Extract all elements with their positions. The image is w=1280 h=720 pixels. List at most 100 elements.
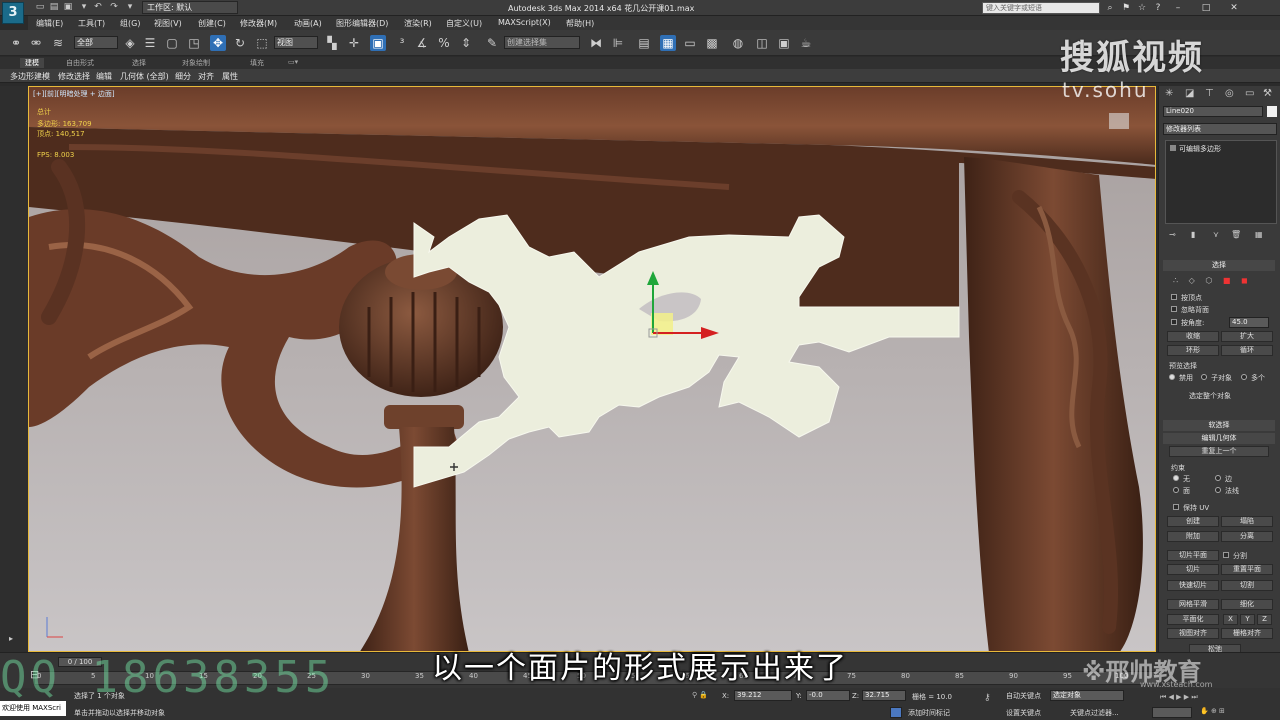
window-crossing-icon[interactable]: ◳ bbox=[186, 35, 202, 51]
pin-stack-icon[interactable]: ⊸ bbox=[1169, 230, 1176, 239]
set-key-button[interactable]: 设置关键点 bbox=[1006, 708, 1041, 718]
rectangular-selection-icon[interactable]: ▢ bbox=[164, 35, 180, 51]
mirror-icon[interactable]: ⧓ bbox=[588, 35, 604, 51]
current-frame-field[interactable] bbox=[1152, 707, 1192, 718]
menu-views[interactable]: 视图(V) bbox=[154, 18, 182, 29]
menu-modifiers[interactable]: 修改器(M) bbox=[240, 18, 277, 29]
tessellate-button[interactable]: 细化 bbox=[1221, 599, 1273, 610]
hierarchy-tab-icon[interactable]: ⊤ bbox=[1205, 88, 1214, 99]
viewport-front[interactable]: [+][前][明暗处理 + 边面] 总计 多边形: 163,709 顶点: 14… bbox=[28, 86, 1156, 652]
constraint-edge-radio[interactable] bbox=[1215, 475, 1221, 481]
reset-plane-button[interactable]: 重置平面 bbox=[1221, 564, 1273, 575]
viewport-nav-icons[interactable]: ✋ ⊕ ⊞ bbox=[1200, 707, 1225, 715]
graphite-toggle-icon[interactable]: ▦ bbox=[660, 35, 676, 51]
ribbon-subdivision[interactable]: 细分 bbox=[175, 71, 191, 82]
object-name-field[interactable]: Line020 bbox=[1163, 106, 1263, 117]
menu-help[interactable]: 帮助(H) bbox=[566, 18, 594, 29]
percent-snap-icon[interactable]: % bbox=[436, 35, 452, 51]
angle-spinner[interactable]: 45.0 bbox=[1229, 317, 1269, 328]
grow-button[interactable]: 扩大 bbox=[1221, 331, 1273, 342]
reference-coordinate-dropdown[interactable]: 视图 bbox=[274, 36, 318, 49]
project-folder-icon[interactable]: ▾ bbox=[124, 2, 136, 13]
menu-maxscript[interactable]: MAXScript(X) bbox=[498, 18, 551, 27]
help-icon[interactable]: ? bbox=[1152, 2, 1164, 14]
by-angle-checkbox[interactable] bbox=[1171, 319, 1177, 325]
planar-x-button[interactable]: X bbox=[1223, 614, 1238, 625]
viewport-label[interactable]: [+][前][明暗处理 + 边面] bbox=[33, 89, 115, 99]
cut-button[interactable]: 切割 bbox=[1221, 580, 1273, 591]
playback-controls-icon[interactable]: ⏮ ◀ ▶ ▶ ⏭ bbox=[1160, 693, 1198, 702]
preview-disabled-radio[interactable] bbox=[1169, 374, 1175, 380]
menu-edit[interactable]: 编辑(E) bbox=[36, 18, 63, 29]
display-tab-icon[interactable]: ▭ bbox=[1245, 88, 1254, 99]
time-tag-icon[interactable] bbox=[890, 707, 902, 718]
object-color-swatch[interactable] bbox=[1267, 106, 1277, 117]
undo-icon[interactable]: ↶ bbox=[92, 2, 104, 13]
ribbon-properties[interactable]: 属性 bbox=[222, 71, 238, 82]
lock-selection-icon[interactable]: ⚲ 🔒 bbox=[692, 691, 708, 699]
schematic-view-icon[interactable]: ▩ bbox=[704, 35, 720, 51]
new-file-icon[interactable]: ▭ bbox=[34, 2, 46, 13]
view-align-button[interactable]: 视图对齐 bbox=[1167, 628, 1219, 639]
maxscript-listener[interactable]: 欢迎使用 MAXScri bbox=[0, 701, 66, 716]
ribbon-tab-populate[interactable]: 填充 bbox=[250, 58, 264, 68]
repeat-last-button[interactable]: 重复上一个 bbox=[1169, 446, 1269, 457]
ring-button[interactable]: 环形 bbox=[1167, 345, 1219, 356]
modifier-stack[interactable]: 可编辑多边形 bbox=[1165, 140, 1277, 224]
selection-filter-dropdown[interactable]: 全部 bbox=[74, 36, 118, 49]
rendered-frame-icon[interactable]: ▣ bbox=[776, 35, 792, 51]
menu-rendering[interactable]: 渲染(R) bbox=[404, 18, 432, 29]
rollout-selection[interactable]: 选择 bbox=[1163, 260, 1275, 271]
make-planar-button[interactable]: 平面化 bbox=[1167, 614, 1219, 625]
select-and-rotate-icon[interactable]: ↻ bbox=[232, 35, 248, 51]
modifier-list-dropdown[interactable]: 修改器列表 bbox=[1163, 123, 1277, 135]
subobject-level-icons[interactable]: ∴ ◇ ⬡ ■ ◼ bbox=[1173, 276, 1252, 285]
rollout-soft-selection[interactable]: 软选择 bbox=[1163, 420, 1275, 431]
key-filters-button[interactable]: 关键点过滤器... bbox=[1070, 708, 1119, 718]
ribbon-tab-freeform[interactable]: 自由形式 bbox=[66, 58, 94, 68]
planar-z-button[interactable]: Z bbox=[1257, 614, 1272, 625]
x-coordinate-field[interactable]: 39.212 bbox=[734, 690, 792, 701]
render-icon[interactable]: ☕ bbox=[798, 35, 814, 51]
preview-multi-radio[interactable] bbox=[1241, 374, 1247, 380]
create-tab-icon[interactable]: ✳ bbox=[1165, 88, 1173, 99]
search-input[interactable]: 键入关键字或短语 bbox=[982, 2, 1100, 14]
link-icon[interactable]: ⚭ bbox=[8, 35, 24, 51]
ribbon-options-icon[interactable]: ▭▾ bbox=[288, 58, 298, 66]
communication-icon[interactable]: ☆ bbox=[1136, 2, 1148, 14]
menu-graph-editors[interactable]: 图形编辑器(D) bbox=[336, 18, 388, 29]
viewcube-icon[interactable] bbox=[1109, 113, 1129, 129]
remove-modifier-icon[interactable]: 🗑 bbox=[1231, 230, 1241, 239]
search-icon[interactable]: ⌕ bbox=[1104, 2, 1116, 14]
app-logo-icon[interactable]: 3 bbox=[2, 2, 24, 24]
msmooth-button[interactable]: 网格平滑 bbox=[1167, 599, 1219, 610]
unlink-icon[interactable]: ⚮ bbox=[28, 35, 44, 51]
snaps-toggle-icon[interactable]: ³ bbox=[394, 35, 410, 51]
ribbon-tab-modeling[interactable]: 建模 bbox=[20, 58, 44, 68]
close-icon[interactable]: ✕ bbox=[1228, 2, 1240, 14]
preserve-uv-checkbox[interactable] bbox=[1173, 504, 1179, 510]
angle-snap-icon[interactable]: ∡ bbox=[414, 35, 430, 51]
rollout-edit-geometry[interactable]: 编辑几何体 bbox=[1163, 433, 1275, 444]
stack-item-editable-poly[interactable]: 可编辑多边形 bbox=[1170, 144, 1221, 154]
constraint-face-radio[interactable] bbox=[1173, 487, 1179, 493]
ribbon-edit[interactable]: 编辑 bbox=[96, 71, 112, 82]
modify-tab-icon[interactable]: ◪ bbox=[1185, 88, 1194, 99]
menu-tools[interactable]: 工具(T) bbox=[78, 18, 105, 29]
quick-access-dropdown-icon[interactable]: ▾ bbox=[78, 2, 90, 13]
keyboard-shortcut-override-icon[interactable]: ▣ bbox=[370, 35, 386, 51]
slice-plane-button[interactable]: 切片平面 bbox=[1167, 550, 1219, 561]
preview-subobj-radio[interactable] bbox=[1201, 374, 1207, 380]
by-vertex-checkbox[interactable] bbox=[1171, 294, 1177, 300]
align-icon[interactable]: ⊫ bbox=[610, 35, 626, 51]
ignore-backfacing-checkbox[interactable] bbox=[1171, 306, 1177, 312]
shrink-button[interactable]: 收缩 bbox=[1167, 331, 1219, 342]
expand-arrow-icon[interactable]: ▸ bbox=[9, 634, 13, 643]
maximize-icon[interactable]: □ bbox=[1200, 2, 1212, 14]
create-button[interactable]: 创建 bbox=[1167, 516, 1219, 527]
motion-tab-icon[interactable]: ◎ bbox=[1225, 88, 1234, 99]
pivot-center-icon[interactable]: ▚ bbox=[324, 35, 340, 51]
menu-create[interactable]: 创建(C) bbox=[198, 18, 226, 29]
split-checkbox[interactable] bbox=[1223, 552, 1229, 558]
menu-group[interactable]: 组(G) bbox=[120, 18, 140, 29]
